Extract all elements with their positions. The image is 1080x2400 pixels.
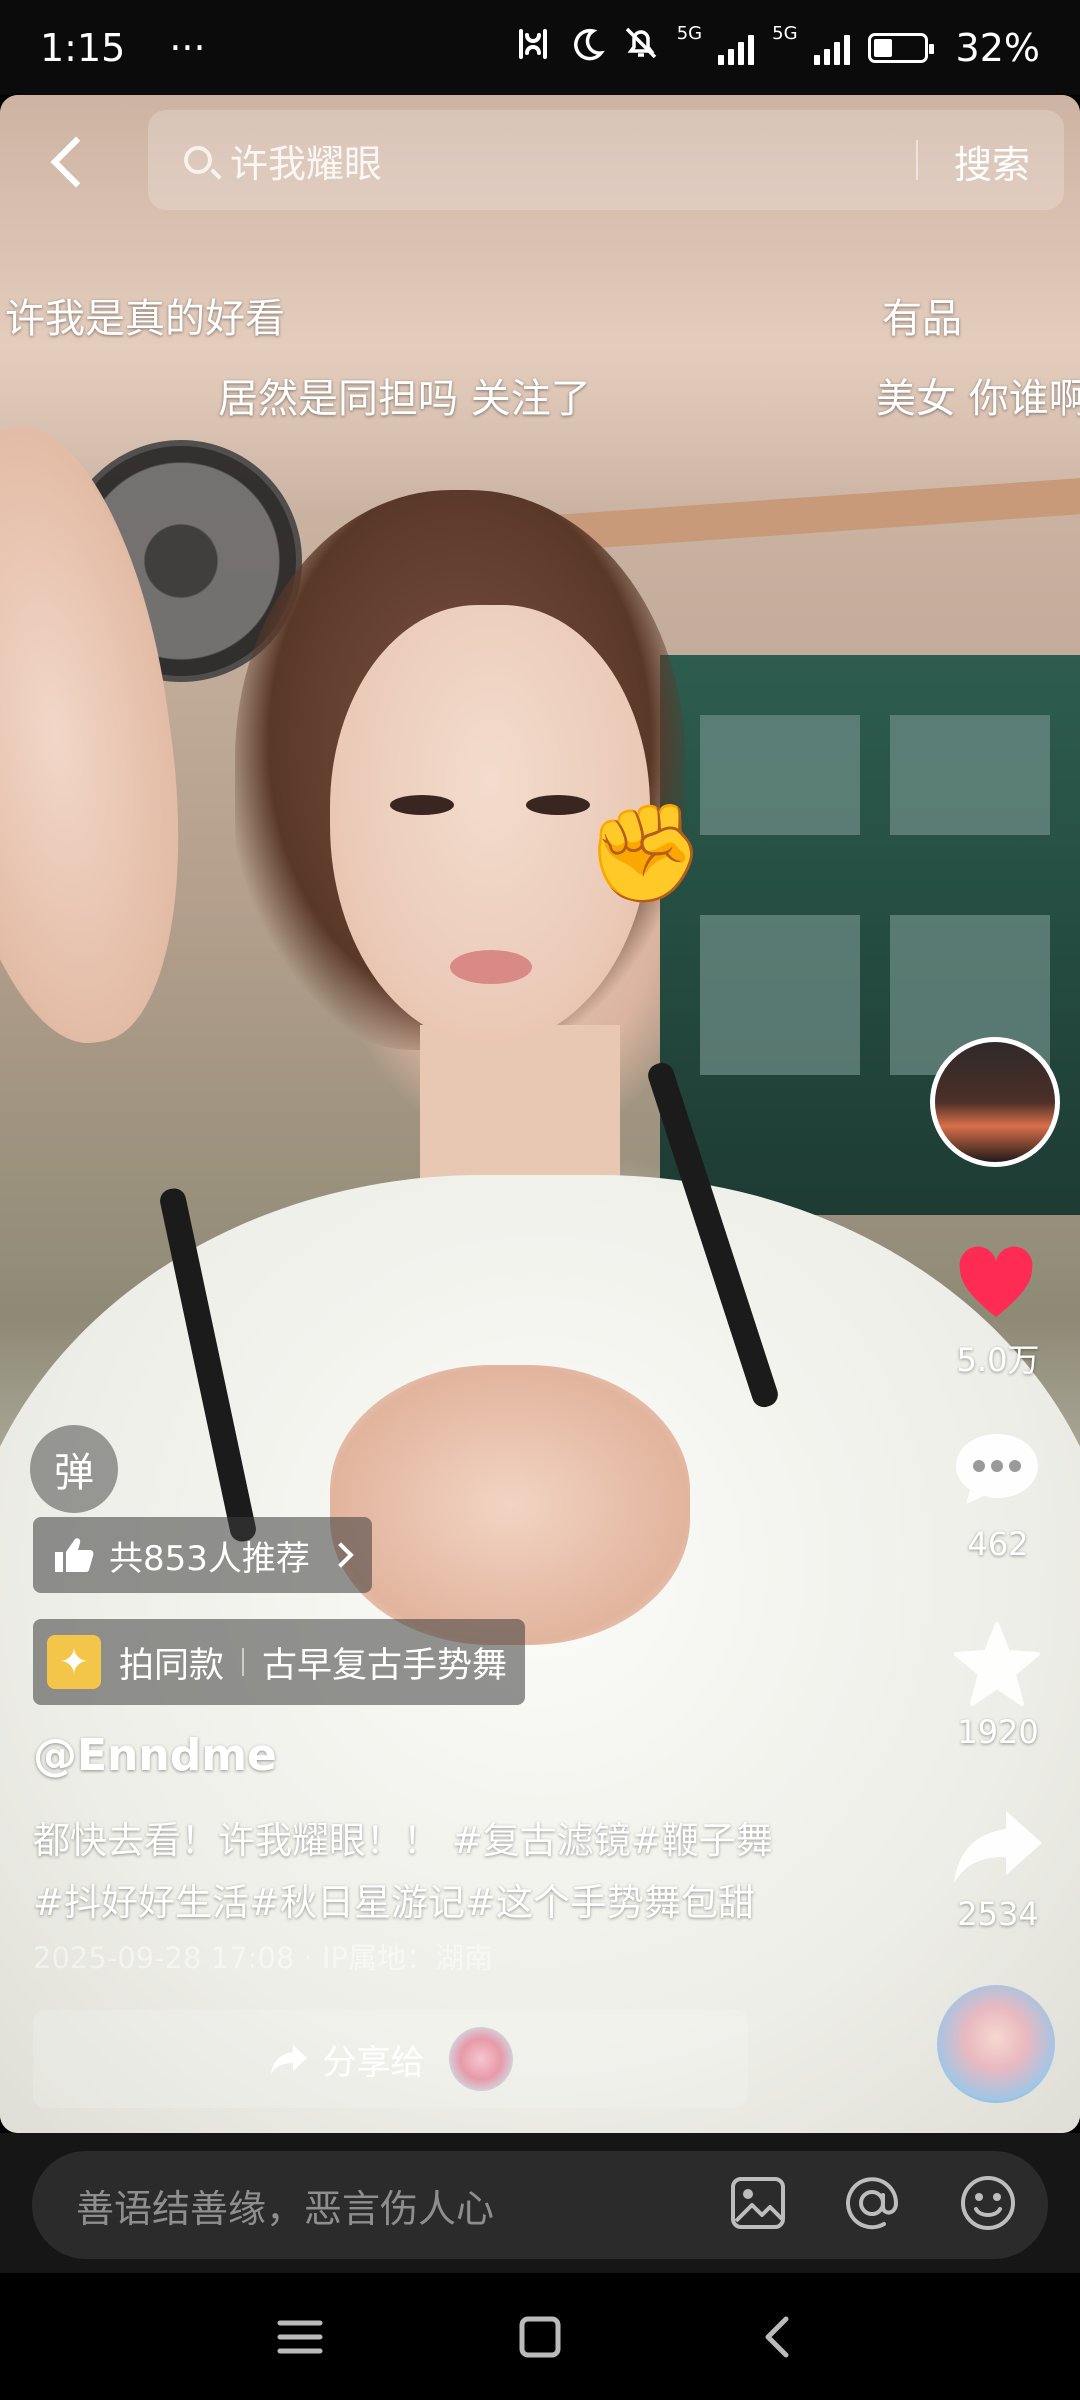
mute-bell-icon <box>623 25 659 70</box>
top-bar: 许我耀眼 搜索 <box>0 110 1080 210</box>
share-icon[interactable] <box>950 1805 1045 1887</box>
status-time: 1:15 <box>40 25 126 70</box>
video-hand-mid <box>330 1365 690 1645</box>
home-icon[interactable] <box>514 2313 566 2361</box>
menu-icon[interactable] <box>274 2313 326 2361</box>
author-name[interactable]: @Enndme <box>33 1730 277 1781</box>
danmaku-toggle-label: 弹 <box>54 1450 94 1496</box>
search-icon <box>184 146 212 174</box>
comment-bar: 善语结善缘，恶言伤人心 <box>0 2133 1080 2273</box>
danmaku-item: 居然是同担吗 关注了 <box>218 376 591 422</box>
danmaku-item: 美女 你谁啊 <box>876 376 1080 422</box>
author-avatar[interactable] <box>930 1037 1060 1167</box>
like-count: 5.0万 <box>956 1341 1040 1379</box>
moon-icon <box>571 26 605 70</box>
favorite-count: 1920 <box>957 1713 1039 1751</box>
share-arrow-icon <box>270 2045 307 2074</box>
comment-icon[interactable] <box>952 1430 1042 1506</box>
share-to-label: 分享给 <box>322 2042 425 2083</box>
system-nav-bar <box>0 2273 1080 2400</box>
chevron-right-icon <box>328 1542 354 1568</box>
heart-icon[interactable] <box>956 1245 1036 1325</box>
same-clip-chip[interactable]: ✦ 拍同款 古早复古手势舞 <box>33 1619 526 1705</box>
danmaku-item: 许我是真的好看 <box>5 296 285 342</box>
music-disc[interactable] <box>937 1985 1055 2103</box>
signal-icon-2 <box>813 31 850 65</box>
contact-avatar <box>448 2027 513 2091</box>
signal-icon-1 <box>718 31 755 65</box>
caption-line[interactable]: #抖好好生活#秋日星游记#这个手势舞包甜 <box>33 1872 893 1926</box>
recommend-chip[interactable]: 共853人推荐 <box>33 1517 372 1593</box>
same-clip-label: 拍同款 <box>119 1645 225 1686</box>
status-dots: ··· <box>169 25 206 70</box>
sparkle-icon: ✦ <box>47 1635 101 1689</box>
same-clip-title: 古早复古手势舞 <box>262 1645 508 1686</box>
vibrate-icon <box>513 26 553 70</box>
danmaku-toggle-button[interactable]: 弹 <box>30 1425 118 1513</box>
search-query: 许我耀眼 <box>230 141 383 186</box>
danmaku-item: 有品 <box>882 296 962 342</box>
post-meta: 2025-09-28 17:08 · IP属地：湖南 <box>33 1941 494 1975</box>
status-bar: 1:15 ··· 5G 5G 32% <box>0 0 1080 95</box>
comment-count: 462 <box>967 1525 1029 1563</box>
caption-line[interactable]: 都快去看！许我耀眼！！ #复古滤镜#鞭子舞 <box>33 1810 893 1864</box>
battery-icon <box>867 32 934 63</box>
star-icon[interactable] <box>952 1620 1042 1708</box>
search-input[interactable]: 许我耀眼 搜索 <box>148 110 1064 210</box>
share-count: 2534 <box>957 1895 1039 1933</box>
fist-emoji-sticker: ✊ <box>585 797 705 909</box>
chip-divider <box>242 1648 245 1676</box>
comment-placeholder: 善语结善缘，恶言伤人心 <box>76 2186 495 2231</box>
thumbs-up-icon <box>55 1538 94 1572</box>
back-icon[interactable] <box>38 128 98 192</box>
emoji-icon[interactable] <box>958 2173 1018 2233</box>
search-divider <box>916 140 918 180</box>
share-to-bar[interactable]: 分享给 <box>33 2010 748 2108</box>
at-icon[interactable] <box>842 2173 902 2233</box>
recommend-label: 共853人推荐 <box>109 1538 310 1579</box>
search-button[interactable]: 搜索 <box>954 134 1030 189</box>
back-nav-icon[interactable] <box>752 2313 804 2361</box>
network-label-1: 5G <box>676 23 703 44</box>
battery-percent: 32% <box>955 25 1040 70</box>
image-icon[interactable] <box>728 2173 788 2233</box>
network-label-2: 5G <box>772 23 798 44</box>
